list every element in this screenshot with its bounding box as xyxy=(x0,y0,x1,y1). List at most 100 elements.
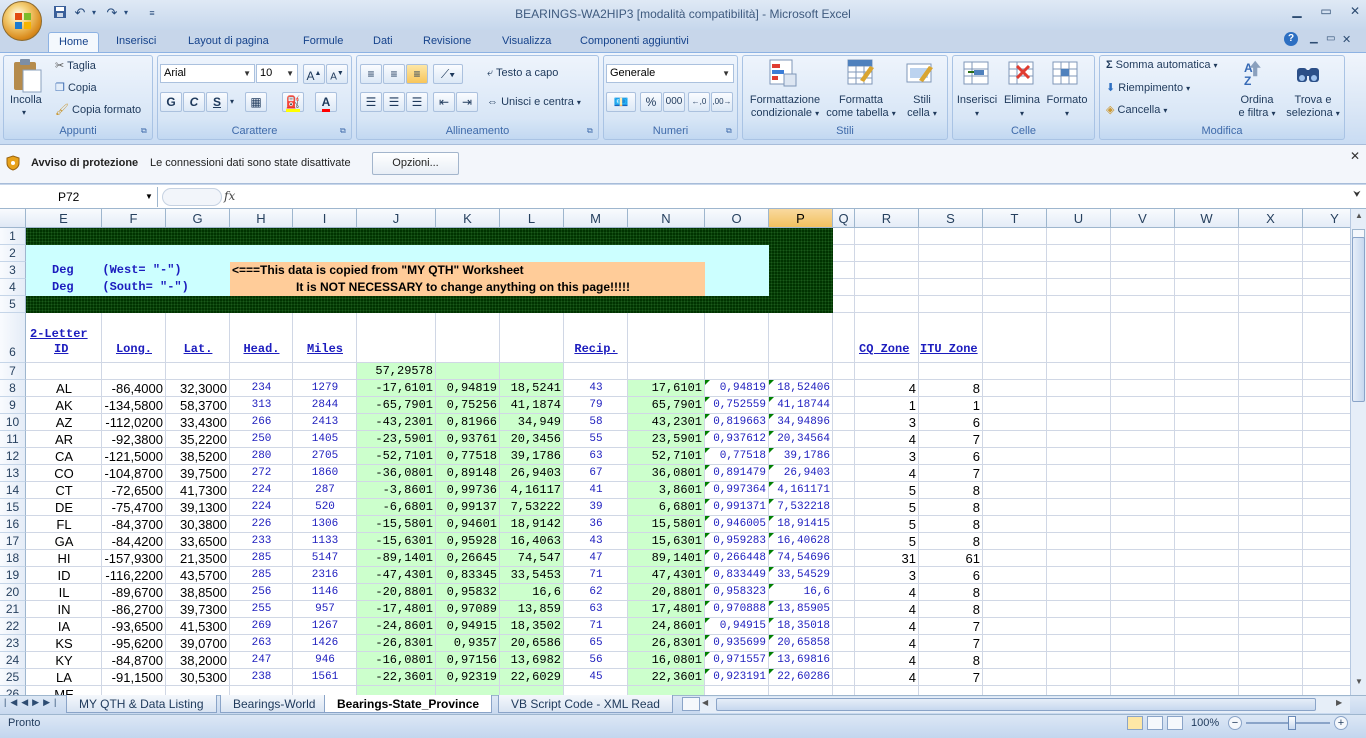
cell-h-ar[interactable]: 250 xyxy=(230,433,293,445)
cell-h-ky[interactable]: 247 xyxy=(230,654,293,666)
cell-s-fl[interactable]: 8 xyxy=(919,517,980,532)
italic-button[interactable]: C xyxy=(183,92,205,112)
cell-i-la[interactable]: 1561 xyxy=(293,671,357,683)
cell-r-hi[interactable]: 31 xyxy=(855,551,916,566)
cell-s-ct[interactable]: 8 xyxy=(919,483,980,498)
cell-g-il[interactable]: 38,8500 xyxy=(166,585,227,600)
close-workbook-icon[interactable]: ✕ xyxy=(1342,33,1351,46)
cell-p-co[interactable]: 26,9403 xyxy=(769,467,830,479)
format-cells-icon[interactable] xyxy=(1051,58,1081,88)
column-header-u[interactable]: U xyxy=(1047,209,1111,228)
tab-data[interactable]: Dati xyxy=(373,32,393,52)
cell-n-ca[interactable]: 52,7101 xyxy=(628,449,702,463)
cell-e-la[interactable]: LA xyxy=(26,670,102,685)
row-header-26[interactable]: 26 xyxy=(0,686,26,695)
cell-p-ky[interactable]: 13,69816 xyxy=(769,654,830,666)
ribbon-minimize-icon[interactable]: ▁ xyxy=(1310,33,1318,44)
cell-s-ks[interactable]: 7 xyxy=(919,636,980,651)
delete-cells-icon[interactable] xyxy=(1007,58,1037,88)
format-painter-button[interactable]: 🖌 Copia formato xyxy=(55,103,141,116)
cell-i-ak[interactable]: 2844 xyxy=(293,399,357,411)
cell-k-ct[interactable]: 0,99736 xyxy=(436,483,497,497)
cell-e-ca[interactable]: CA xyxy=(26,449,102,464)
cell-p-ca[interactable]: 39,1786 xyxy=(769,450,830,462)
cell-e-in[interactable]: IN xyxy=(26,602,102,617)
cell-n-al[interactable]: 17,6101 xyxy=(628,381,702,395)
cell-l-ak[interactable]: 41,1874 xyxy=(500,398,561,412)
row-header-3[interactable]: 3 xyxy=(0,262,26,279)
cell-k-ak[interactable]: 0,75256 xyxy=(436,398,497,412)
cell-m-ar[interactable]: 55 xyxy=(564,433,628,445)
zoom-level[interactable]: 100% xyxy=(1191,717,1219,729)
name-box[interactable]: P72 xyxy=(0,187,158,207)
cell-m-al[interactable]: 43 xyxy=(564,382,628,394)
cell-e-ga[interactable]: GA xyxy=(26,534,102,549)
cell-o-ca[interactable]: 0,77518 xyxy=(705,450,766,462)
format-as-table-icon[interactable] xyxy=(846,58,876,88)
cell-e-ct[interactable]: CT xyxy=(26,483,102,498)
cell-r-ct[interactable]: 5 xyxy=(855,483,916,498)
cell-o-id[interactable]: 0,833449 xyxy=(705,569,766,581)
row-header-21[interactable]: 21 xyxy=(0,601,26,618)
orientation-button[interactable]: ⟋▾ xyxy=(433,64,463,84)
cell-m-ks[interactable]: 65 xyxy=(564,637,628,649)
scroll-left-icon[interactable]: ◀ xyxy=(702,698,708,707)
cell-h-fl[interactable]: 226 xyxy=(230,518,293,530)
row-header-10[interactable]: 10 xyxy=(0,414,26,431)
cell-k-ia[interactable]: 0,94915 xyxy=(436,619,497,633)
cell-g-de[interactable]: 39,1300 xyxy=(166,500,227,515)
cell-f-la[interactable]: -91,1500 xyxy=(102,670,163,685)
column-header-g[interactable]: G xyxy=(166,209,230,228)
row-header-22[interactable]: 22 xyxy=(0,618,26,635)
cell-e-ky[interactable]: KY xyxy=(26,653,102,668)
cell-l-fl[interactable]: 18,9142 xyxy=(500,517,561,531)
cell-e-id[interactable]: ID xyxy=(26,568,102,583)
bold-button[interactable]: G xyxy=(160,92,182,112)
cell-n-ia[interactable]: 24,8601 xyxy=(628,619,702,633)
cell-m-co[interactable]: 67 xyxy=(564,467,628,479)
row-header-11[interactable]: 11 xyxy=(0,431,26,448)
cell-o-hi[interactable]: 0,266448 xyxy=(705,552,766,564)
align-left-button[interactable]: ☰ xyxy=(360,92,382,112)
cell-g-al[interactable]: 32,3000 xyxy=(166,381,227,396)
cell-p-ak[interactable]: 41,18744 xyxy=(769,399,830,411)
cell-i-hi[interactable]: 5147 xyxy=(293,552,357,564)
cell-r-ar[interactable]: 4 xyxy=(855,432,916,447)
cell-g-ks[interactable]: 39,0700 xyxy=(166,636,227,651)
cell-k-ga[interactable]: 0,95928 xyxy=(436,534,497,548)
number-launcher-icon[interactable]: ⧉ xyxy=(726,126,732,136)
cell-k-hi[interactable]: 0,26645 xyxy=(436,551,497,565)
cell-m-de[interactable]: 39 xyxy=(564,501,628,513)
cell-h-ak[interactable]: 313 xyxy=(230,399,293,411)
cell-e-ak[interactable]: AK xyxy=(26,398,102,413)
cell-o-ct[interactable]: 0,997364 xyxy=(705,484,766,496)
cell-l-az[interactable]: 34,949 xyxy=(500,415,561,429)
cell-k-co[interactable]: 0,89148 xyxy=(436,466,497,480)
cell-m-ca[interactable]: 63 xyxy=(564,450,628,462)
font-name-combo[interactable]: Arial ▼ xyxy=(160,64,255,83)
cell-r-co[interactable]: 4 xyxy=(855,466,916,481)
cell-f-in[interactable]: -86,2700 xyxy=(102,602,163,617)
align-top-button[interactable]: ≡ xyxy=(360,64,382,84)
cell-r-de[interactable]: 5 xyxy=(855,500,916,515)
cell-j-ar[interactable]: -23,5901 xyxy=(357,432,433,446)
cell-m-ak[interactable]: 79 xyxy=(564,399,628,411)
close-security-bar-icon[interactable]: ✕ xyxy=(1350,149,1360,163)
find-select-icon[interactable] xyxy=(1294,58,1324,88)
cell-s-ak[interactable]: 1 xyxy=(919,398,980,413)
clear-button[interactable]: ◈ Cancella ▾ xyxy=(1106,103,1167,116)
cell-g-la[interactable]: 30,5300 xyxy=(166,670,227,685)
cell-l-de[interactable]: 7,53222 xyxy=(500,500,561,514)
cell-n-la[interactable]: 22,3601 xyxy=(628,670,702,684)
cell-j-in[interactable]: -17,4801 xyxy=(357,602,433,616)
cell-o-al[interactable]: 0,94819 xyxy=(705,382,766,394)
cell-f-ks[interactable]: -95,6200 xyxy=(102,636,163,651)
sort-filter-button[interactable]: Ordina e filtra ▾ xyxy=(1234,94,1280,120)
scroll-up-icon[interactable]: ▲ xyxy=(1353,211,1365,225)
cell-m-ia[interactable]: 71 xyxy=(564,620,628,632)
cell-o-co[interactable]: 0,891479 xyxy=(705,467,766,479)
cell-o-in[interactable]: 0,970888 xyxy=(705,603,766,615)
fill-button[interactable]: ⬇ Riempimento ▾ xyxy=(1106,81,1190,94)
cell-i-ks[interactable]: 1426 xyxy=(293,637,357,649)
row-header-16[interactable]: 16 xyxy=(0,516,26,533)
